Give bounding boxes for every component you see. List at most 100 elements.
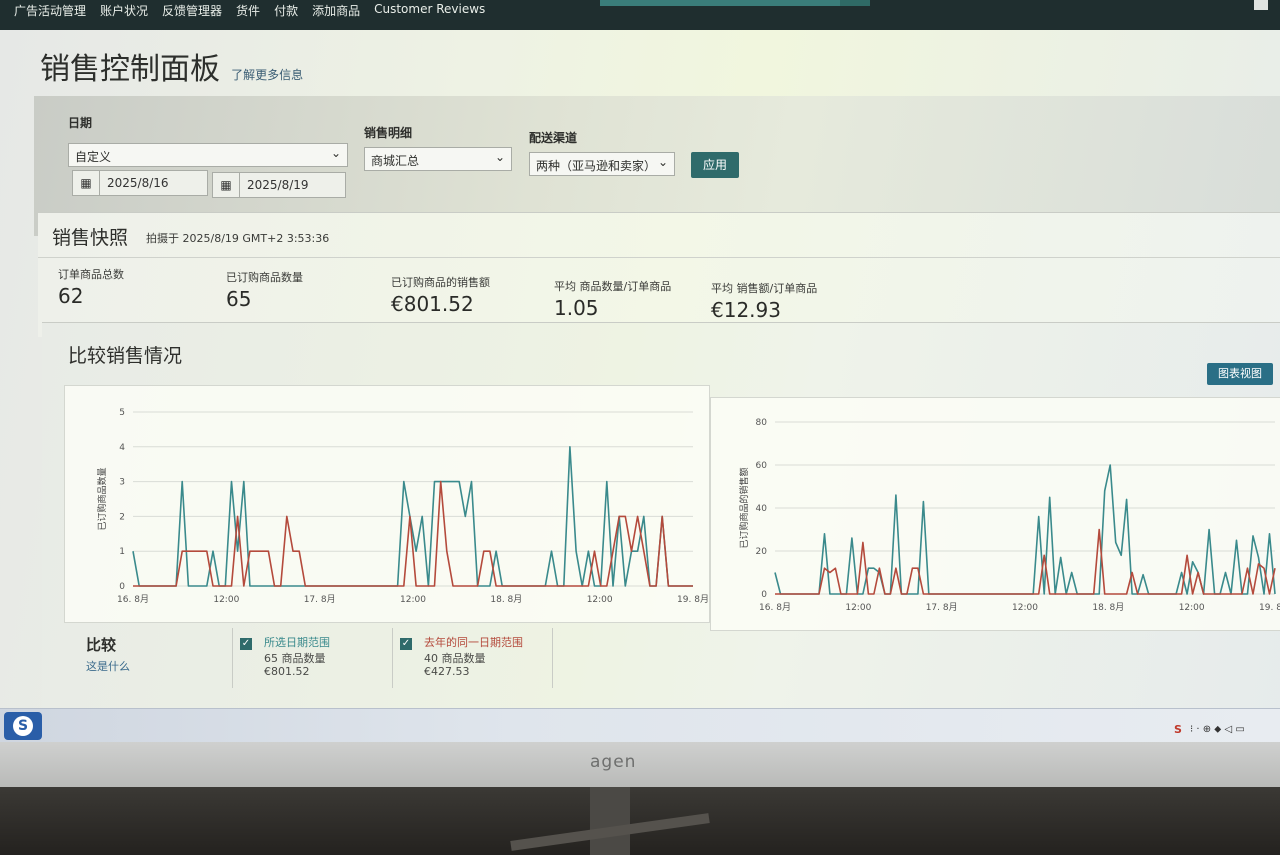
metric-value: 65	[226, 287, 252, 311]
compare-title: 比较销售情况	[68, 345, 183, 367]
start-button[interactable]: S	[4, 712, 42, 740]
y-axis-label: 已订购商品的销售额	[738, 467, 750, 548]
y-tick-label: 20	[756, 547, 768, 557]
date-from-field[interactable]: ▦ 2025/8/16	[72, 170, 208, 196]
metric-label: 平均 销售额/订单商品	[711, 282, 818, 295]
x-tick-label: 16. 8月	[117, 594, 149, 605]
y-tick-label: 2	[119, 512, 125, 522]
metric-label: 已订购商品的销售额	[391, 276, 490, 289]
metric-units-ordered: 已订购商品数量 65	[226, 269, 303, 311]
units-chart-panel: 0 1 2 3 4 5 已订购商品数量 16. 8月 12:00 17. 8月 12:00 18. 8…	[64, 385, 710, 623]
sales-detail-label: 销售明细	[364, 126, 413, 140]
divider	[38, 257, 1280, 258]
monitor-stand	[590, 787, 630, 855]
x-tick-label: 18. 8月	[490, 594, 522, 605]
nav-item-customer-reviews[interactable]: Customer Reviews	[374, 2, 485, 19]
y-tick-label: 4	[119, 443, 125, 453]
nav-item-account-health[interactable]: 账户状况	[100, 2, 148, 19]
series-line-current	[774, 464, 1276, 595]
divider	[232, 628, 233, 688]
y-tick-label: 3	[119, 478, 125, 488]
channel-select[interactable]: 两种（亚马逊和卖家） ⌄	[529, 152, 675, 176]
taskbar: S S ⁝ · ⊕ ⬥ ◁ ▭	[0, 708, 1280, 742]
divider	[552, 628, 553, 688]
input-method-icon: S	[13, 716, 33, 736]
sales-detail-select[interactable]: 商城汇总 ⌄	[364, 147, 512, 171]
nav-item-shipments[interactable]: 货件	[236, 2, 260, 19]
x-tick-label: 12:00	[1179, 603, 1205, 613]
date-from-value: 2025/8/16	[107, 176, 169, 190]
metric-total-order-items: 订单商品总数 62	[58, 266, 124, 308]
x-tick-label: 12:00	[587, 595, 613, 605]
units-chart: 0 1 2 3 4 5 已订购商品数量 16. 8月 12:00 17. 8月 12:00 18. 8…	[96, 408, 709, 605]
chart-view-button[interactable]: 图表视图	[1207, 363, 1273, 385]
series-amount-previous: €427.53	[424, 665, 470, 678]
x-tick-label: 12:00	[213, 595, 239, 605]
monitor-bezel	[0, 742, 1280, 787]
y-tick-label: 1	[119, 547, 125, 557]
sales-chart: 0 20 40 60 80 已订购商品的销售额 16. 8月 12:00 17. 8月 12:00…	[738, 418, 1280, 613]
compare-legend: 比较 这是什么 ✓ 所选日期范围 65 商品数量 €801.52 ✓ 去年的同一…	[42, 624, 1280, 704]
metric-label: 平均 商品数量/订单商品	[554, 280, 672, 293]
nav-item-feedback[interactable]: 反馈管理器	[162, 2, 222, 19]
chevron-down-icon: ⌄	[657, 155, 668, 169]
x-tick-label: 12:00	[845, 603, 871, 613]
snapshot-timestamp: 拍摄于 2025/8/19 GMT+2 3:53:36	[146, 232, 330, 245]
calendar-icon[interactable]: ▦	[213, 173, 240, 197]
nav-accent-bar-end	[840, 0, 870, 6]
chevron-down-icon: ⌄	[494, 150, 505, 164]
y-axis-label: 已订购商品数量	[96, 467, 108, 530]
learn-more-link[interactable]: 了解更多信息	[231, 68, 303, 82]
series-amount-current: €801.52	[264, 665, 310, 678]
series-name-current: 所选日期范围	[264, 636, 330, 649]
metric-ordered-sales: 已订购商品的销售额 €801.52	[391, 274, 490, 316]
series-checkbox-current[interactable]: ✓	[240, 638, 252, 650]
chevron-down-icon: ⌄	[330, 146, 341, 160]
tray-input-icon[interactable]: S	[1174, 723, 1182, 736]
y-tick-label: 0	[761, 590, 767, 600]
x-tick-label: 12:00	[400, 595, 426, 605]
series-checkbox-previous[interactable]: ✓	[400, 638, 412, 650]
what-is-this-link[interactable]: 这是什么	[86, 658, 130, 674]
metric-value: €12.93	[711, 298, 781, 322]
tray-status-icons[interactable]: ⁝ · ⊕ ⬥ ◁ ▭	[1190, 724, 1245, 735]
screen: 广告活动管理 账户状况 反馈管理器 货件 付款 添加商品 Customer Re…	[0, 0, 1280, 742]
metric-value: €801.52	[391, 292, 474, 316]
nav-accent-bar	[600, 0, 840, 6]
apply-button[interactable]: 应用	[691, 152, 739, 178]
y-tick-label: 80	[756, 418, 768, 428]
metric-label: 订单商品总数	[58, 268, 124, 281]
legend-title: 比较	[86, 636, 117, 654]
top-navigation: 广告活动管理 账户状况 反馈管理器 货件 付款 添加商品 Customer Re…	[0, 0, 1280, 30]
nav-item-campaigns[interactable]: 广告活动管理	[14, 2, 86, 19]
x-tick-label: 17. 8月	[304, 594, 336, 605]
y-tick-label: 40	[756, 504, 768, 514]
channel-value: 两种（亚马逊和卖家）	[536, 159, 657, 173]
x-tick-label: 17. 8月	[926, 602, 958, 613]
date-to-value: 2025/8/19	[247, 178, 309, 192]
y-tick-label: 5	[119, 408, 125, 418]
series-count-current: 65 商品数量	[264, 652, 326, 665]
x-tick-label: 19. 8月	[1259, 602, 1280, 613]
x-tick-label: 12:00	[1012, 603, 1038, 613]
metric-avg-sales-per-order: 平均 销售额/订单商品 €12.93	[711, 280, 817, 322]
sales-snapshot: 销售快照 拍摄于 2025/8/19 GMT+2 3:53:36 订单商品总数 …	[38, 212, 1280, 337]
x-tick-label: 18. 8月	[1092, 602, 1124, 613]
metric-avg-units-per-order: 平均 商品数量/订单商品 1.05	[554, 278, 671, 320]
nav-item-add-product[interactable]: 添加商品	[312, 2, 360, 19]
channel-label: 配送渠道	[529, 131, 578, 145]
nav-item-payments[interactable]: 付款	[274, 2, 298, 19]
x-tick-label: 16. 8月	[759, 602, 791, 613]
metric-value: 62	[58, 284, 84, 308]
metric-value: 1.05	[554, 296, 599, 320]
calendar-icon[interactable]: ▦	[73, 171, 100, 195]
page-header: 销售控制面板 了解更多信息	[40, 44, 303, 88]
date-range-value: 自定义	[75, 150, 112, 164]
date-to-field[interactable]: ▦ 2025/8/19	[212, 172, 346, 198]
series-count-previous: 40 商品数量	[424, 652, 486, 665]
date-label: 日期	[68, 116, 93, 130]
x-tick-label: 19. 8月	[677, 594, 709, 605]
date-range-select[interactable]: 自定义 ⌄	[68, 143, 348, 167]
sales-chart-panel: 0 20 40 60 80 已订购商品的销售额 16. 8月 12:00 17. 8月 12:00…	[710, 397, 1280, 631]
desk-background	[0, 787, 1280, 855]
